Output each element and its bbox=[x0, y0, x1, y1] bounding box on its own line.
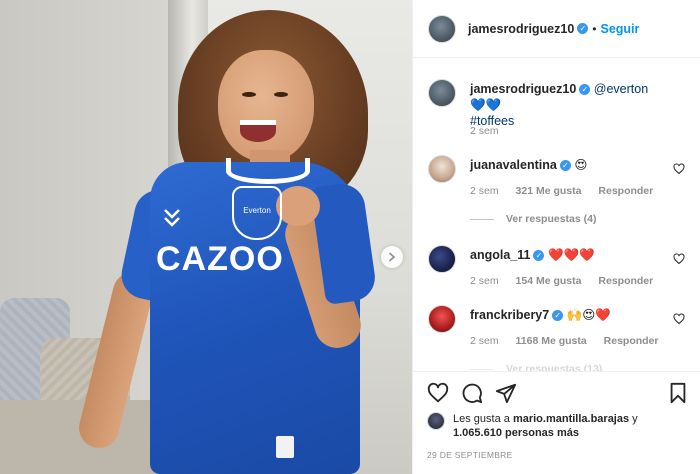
post-photo[interactable]: Everton CAZOO bbox=[0, 0, 412, 474]
comment-meta: 2 sem 154 Me gusta Responder bbox=[470, 275, 667, 287]
caption-emojis: 💙💙 bbox=[470, 98, 502, 112]
separator-dot: • bbox=[592, 21, 597, 36]
likes-middle: y bbox=[629, 413, 638, 425]
avatar[interactable] bbox=[427, 412, 445, 430]
caption-time[interactable]: 2 sem bbox=[470, 125, 499, 137]
caption-username[interactable]: jamesrodriguez10 bbox=[470, 82, 576, 96]
comments-list[interactable]: jamesrodriguez10 ✓ @everton 💙💙 #toffees 2… bbox=[413, 59, 700, 371]
jersey-tag bbox=[276, 436, 294, 458]
view-replies-button[interactable]: Ver respuestas (4) bbox=[484, 213, 596, 225]
next-photo-button[interactable] bbox=[381, 246, 403, 268]
comment-text: juanavalentina ✓ 😍 bbox=[470, 157, 660, 173]
follow-button[interactable]: Seguir bbox=[601, 22, 640, 36]
comment-like-heart-icon[interactable] bbox=[673, 163, 685, 175]
post-sidebar: jamesrodriguez10 ✓ • Seguir jamesrodrigu… bbox=[412, 0, 700, 474]
comment-item: juanavalentina ✓ 😍 2 sem 321 Me gusta Res… bbox=[428, 155, 693, 235]
reply-button[interactable]: Responder bbox=[598, 275, 653, 287]
comment-like-heart-icon[interactable] bbox=[673, 313, 685, 325]
comment-likes[interactable]: 1168 Me gusta bbox=[516, 335, 587, 347]
verified-badge-icon: ✓ bbox=[552, 310, 564, 322]
mention-link[interactable]: @everton bbox=[594, 82, 648, 96]
verified-badge-icon: ✓ bbox=[533, 250, 545, 262]
crest-text: Everton bbox=[243, 206, 271, 215]
comment-username[interactable]: franckribery7 bbox=[470, 308, 549, 322]
comment-time[interactable]: 2 sem bbox=[470, 335, 499, 347]
comment-username[interactable]: angola_11 bbox=[470, 248, 530, 262]
author-username[interactable]: jamesrodriguez10 bbox=[468, 22, 574, 36]
comment-item: franckribery7 ✓ 🙌😍❤️ 2 sem 1168 Me gusta … bbox=[428, 305, 693, 371]
child-face bbox=[218, 50, 314, 162]
avatar[interactable] bbox=[428, 155, 456, 183]
comment-likes[interactable]: 154 Me gusta bbox=[516, 275, 582, 287]
likes-count[interactable]: 1.065.610 personas más bbox=[453, 427, 579, 439]
comment-likes[interactable]: 321 Me gusta bbox=[516, 185, 582, 197]
comment-time[interactable]: 2 sem bbox=[470, 275, 499, 287]
child-eye bbox=[274, 92, 288, 97]
post-actions: Les gusta a mario.mantilla.barajas y 1.0… bbox=[413, 371, 700, 474]
child-smile bbox=[240, 120, 276, 142]
comment-meta: 2 sem 1168 Me gusta Responder bbox=[470, 335, 672, 347]
view-replies-button[interactable]: Ver respuestas (13) bbox=[484, 363, 602, 371]
comment-content: 😍 bbox=[574, 158, 588, 172]
caption-meta: 2 sem bbox=[470, 125, 513, 137]
child-hand bbox=[276, 186, 320, 226]
comment-content: 🙌😍❤️ bbox=[566, 308, 611, 322]
comment-time[interactable]: 2 sem bbox=[470, 185, 499, 197]
heart-icon[interactable] bbox=[427, 382, 449, 404]
avatar[interactable] bbox=[428, 79, 456, 107]
action-bar bbox=[427, 382, 689, 406]
verified-badge-icon: ✓ bbox=[579, 84, 591, 96]
avatar[interactable] bbox=[428, 305, 456, 333]
jersey-collar bbox=[226, 158, 310, 184]
verified-badge-icon: ✓ bbox=[577, 23, 589, 34]
comment-icon[interactable] bbox=[461, 382, 483, 404]
chevron-right-icon bbox=[389, 252, 396, 262]
comment-item: angola_11 ✓ ❤️❤️❤️ 2 sem 154 Me gusta Res… bbox=[428, 245, 693, 305]
likes-text: Les gusta a mario.mantilla.barajas y 1.0… bbox=[453, 412, 689, 440]
likes-prefix: Les gusta a bbox=[453, 413, 513, 425]
hummel-logo-icon bbox=[162, 206, 184, 232]
share-icon[interactable] bbox=[495, 382, 517, 404]
liker-username[interactable]: mario.mantilla.barajas bbox=[513, 413, 629, 425]
comment-like-heart-icon[interactable] bbox=[673, 253, 685, 265]
avatar[interactable] bbox=[428, 245, 456, 273]
post-date[interactable]: 29 DE SEPTIEMBRE bbox=[427, 450, 513, 460]
reply-button[interactable]: Responder bbox=[598, 185, 653, 197]
post-header: jamesrodriguez10 ✓ • Seguir bbox=[413, 0, 700, 58]
avatar[interactable] bbox=[428, 14, 456, 43]
jersey-sponsor: CAZOO bbox=[156, 240, 284, 278]
comment-text: franckribery7 ✓ 🙌😍❤️ bbox=[470, 307, 660, 323]
post-caption: jamesrodriguez10 ✓ @everton 💙💙 #toffees 2… bbox=[428, 79, 693, 139]
comment-content: ❤️❤️❤️ bbox=[547, 248, 595, 262]
verified-badge-icon: ✓ bbox=[559, 160, 571, 172]
reply-button[interactable]: Responder bbox=[604, 335, 659, 347]
comment-text: angola_11 ✓ ❤️❤️❤️ bbox=[470, 247, 660, 263]
caption-text: jamesrodriguez10 ✓ @everton 💙💙 #toffees bbox=[470, 81, 660, 129]
child-eye bbox=[242, 92, 256, 97]
everton-crest: Everton bbox=[232, 186, 282, 240]
comment-username[interactable]: juanavalentina bbox=[470, 158, 557, 172]
comment-meta: 2 sem 321 Me gusta Responder bbox=[470, 185, 667, 197]
bookmark-icon[interactable] bbox=[667, 382, 689, 404]
